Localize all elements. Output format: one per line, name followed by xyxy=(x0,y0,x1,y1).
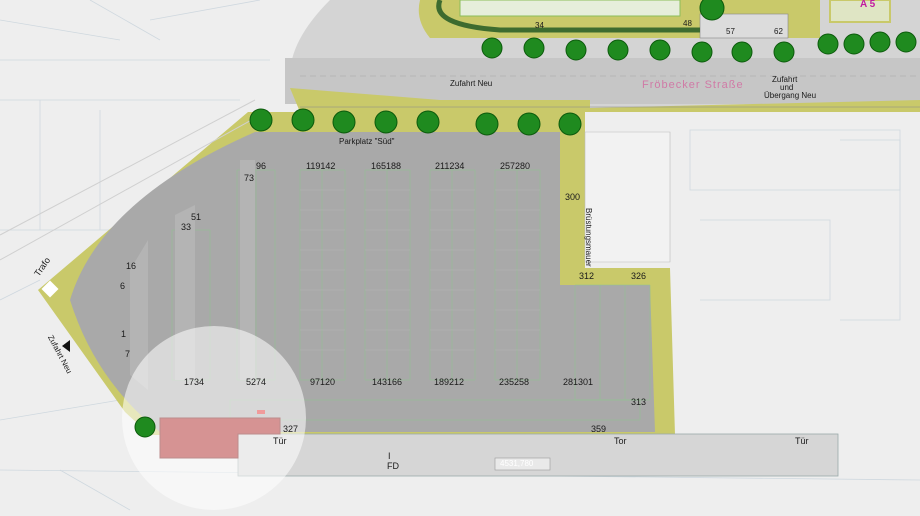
door-label: Tür xyxy=(795,436,809,446)
marker-label: I xyxy=(388,451,391,461)
space-number: 51 xyxy=(191,212,202,222)
space-number: 73 xyxy=(244,173,255,183)
site-plan-map: 34 48 57 62 A 5 Zufahrt Neu Fröbecker St… xyxy=(0,0,920,516)
number-label: 48 xyxy=(683,19,692,28)
space-number: 359 xyxy=(591,424,607,434)
space-number: 281301 xyxy=(563,377,594,387)
zufahrt-top-label: Zufahrt Neu xyxy=(450,79,493,88)
space-number: 189212 xyxy=(434,377,465,387)
space-number: 300 xyxy=(565,192,581,202)
zufahrt-right-label: Übergang Neu xyxy=(764,91,817,100)
space-number: 33 xyxy=(181,222,192,232)
fd-label: FD xyxy=(387,461,399,471)
parkplatz-title: Parkplatz "Süd" xyxy=(339,137,395,146)
space-number: 97120 xyxy=(310,377,336,387)
space-number: 327 xyxy=(283,424,299,434)
space-number: 143166 xyxy=(372,377,403,387)
number-label: 62 xyxy=(774,27,783,36)
space-number: 312 xyxy=(579,271,595,281)
door-label: Tür xyxy=(273,436,287,446)
space-number: 1 xyxy=(121,329,127,339)
space-number: 5274 xyxy=(246,377,267,387)
space-number: 6 xyxy=(120,281,126,291)
space-number: 313 xyxy=(631,397,647,407)
space-number: 235258 xyxy=(499,377,530,387)
space-number: 16 xyxy=(126,261,137,271)
space-number: 7 xyxy=(125,349,131,359)
space-number: 96 xyxy=(256,161,267,171)
space-number: 119142 xyxy=(306,161,336,171)
number-label: 34 xyxy=(535,21,544,30)
area-badge: A 5 xyxy=(860,0,876,10)
street-name: Fröbecker Straße xyxy=(642,79,744,91)
space-number: 1734 xyxy=(184,377,205,387)
bruestungsmauer-label: Brüstungsmauer xyxy=(584,208,593,267)
plate-label: 4531,780 xyxy=(500,459,534,468)
space-number: 326 xyxy=(631,271,647,281)
space-number: 211234 xyxy=(435,161,465,171)
space-number: 257280 xyxy=(500,161,531,171)
space-number: 165188 xyxy=(371,161,402,171)
gate-label: Tor xyxy=(614,436,627,446)
number-label: 57 xyxy=(726,27,735,36)
